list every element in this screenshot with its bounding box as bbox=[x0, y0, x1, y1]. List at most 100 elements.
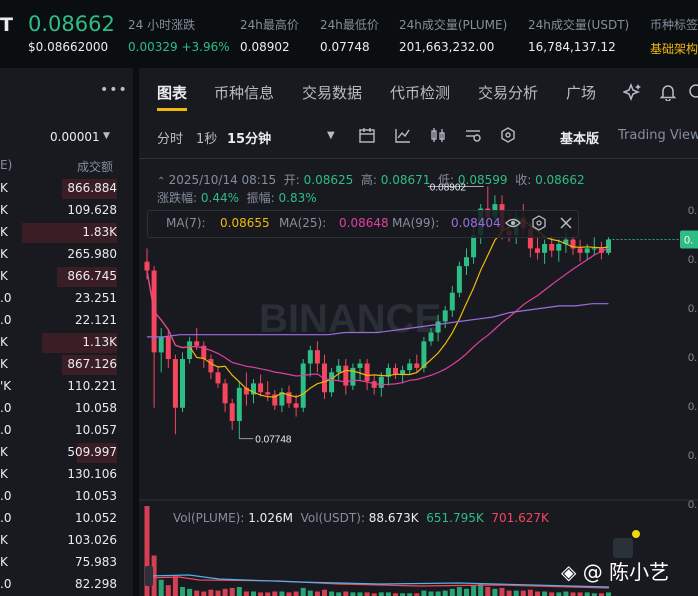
candle-body bbox=[535, 248, 540, 253]
trade-amount: K bbox=[0, 445, 8, 459]
volume-bar bbox=[449, 588, 455, 596]
candle-body bbox=[172, 359, 178, 408]
volume-bar bbox=[222, 588, 228, 596]
volume-bar bbox=[215, 590, 221, 596]
volume-bar bbox=[258, 592, 264, 596]
amplitude-value: 0.83% bbox=[278, 191, 317, 205]
trade-turnover: 110.221 bbox=[67, 379, 117, 393]
settings-icon[interactable] bbox=[686, 81, 698, 101]
candle-body bbox=[336, 365, 342, 373]
tab-coin-info[interactable]: 币种信息 bbox=[214, 82, 274, 103]
volume-bar bbox=[357, 592, 363, 596]
tab-square[interactable]: 广场 bbox=[566, 82, 596, 103]
open-value: 0.08625 bbox=[303, 173, 354, 187]
price-axis-label: 0. bbox=[688, 254, 697, 266]
vol-plume-value: 1.026M bbox=[248, 511, 293, 525]
volume-bar bbox=[208, 589, 214, 596]
volume-bar bbox=[350, 592, 356, 596]
volume-bar bbox=[279, 591, 285, 596]
candle-body bbox=[577, 248, 583, 253]
volume-bar bbox=[364, 592, 370, 596]
tradingview-toggle[interactable]: Trading View bbox=[618, 128, 698, 143]
trade-turnover: 109.628 bbox=[67, 203, 117, 217]
low-value: 0.08599 bbox=[457, 173, 508, 187]
volume-bar bbox=[336, 592, 342, 596]
volume-bar bbox=[570, 592, 576, 596]
trade-row: .0 10.053 bbox=[0, 486, 133, 508]
volume-bar bbox=[499, 587, 505, 596]
draw-tools-icon[interactable] bbox=[464, 126, 482, 144]
collapse-icon[interactable]: ⌃ bbox=[157, 176, 169, 187]
volume-bar bbox=[435, 591, 441, 596]
trade-amount: K bbox=[0, 203, 8, 217]
volume-bar bbox=[542, 591, 548, 596]
timeframe-line[interactable]: 分时 bbox=[157, 128, 183, 147]
volume-bar bbox=[236, 587, 242, 596]
candle-body bbox=[364, 363, 370, 382]
volume-bar bbox=[378, 592, 384, 596]
trade-row: K 1.13K bbox=[0, 332, 133, 354]
stat-label-low: 24h最低价 bbox=[320, 18, 379, 32]
settings-icon[interactable] bbox=[531, 215, 547, 231]
volume-bar bbox=[286, 592, 292, 596]
calendar-icon[interactable] bbox=[358, 126, 376, 144]
candle-body bbox=[449, 292, 455, 311]
volume-bar bbox=[194, 590, 200, 596]
ma-legend[interactable]: MA(7): 0.08655 MA(25): 0.08648 MA(99): 0… bbox=[147, 210, 579, 238]
volume-bar bbox=[485, 587, 491, 596]
tab-chart[interactable]: 图表 bbox=[157, 82, 187, 103]
candle-body bbox=[236, 387, 242, 422]
candle-body bbox=[435, 321, 441, 333]
eye-icon[interactable] bbox=[505, 215, 521, 231]
trade-turnover: 265.980 bbox=[67, 247, 117, 261]
stat-value-tag[interactable]: 基础架构 bbox=[650, 40, 698, 57]
volume-bar bbox=[307, 590, 313, 596]
volume-bar bbox=[535, 591, 540, 596]
high-value: 0.08671 bbox=[380, 173, 431, 187]
basic-version-toggle[interactable]: 基本版 bbox=[560, 128, 599, 147]
volume-bar bbox=[187, 588, 193, 596]
trade-turnover: 509.997 bbox=[67, 445, 117, 459]
candle-body bbox=[215, 372, 221, 384]
candle-type-icon[interactable] bbox=[429, 126, 447, 144]
trade-row: K 866.884 bbox=[0, 178, 133, 200]
candle-body bbox=[542, 243, 548, 253]
trade-amount: .0 bbox=[0, 423, 12, 437]
tab-trading-data[interactable]: 交易数据 bbox=[302, 82, 362, 103]
tick-size-select[interactable]: 0.00001 bbox=[50, 130, 100, 144]
chart-panel: 图表 币种信息 交易数据 代币检测 交易分析 广场 分时 1秒 15分钟 ▼ 基… bbox=[139, 68, 698, 596]
ai-sparkle-icon[interactable] bbox=[623, 82, 643, 102]
toolbar-divider bbox=[139, 158, 698, 159]
timeframe-15m[interactable]: 15分钟 bbox=[227, 128, 271, 147]
chevron-down-icon[interactable]: ▼ bbox=[103, 131, 110, 141]
trade-amount: .0 bbox=[0, 511, 12, 525]
stat-label-change: 24 小时涨跌 bbox=[128, 18, 196, 32]
trade-row: .0 10.052 bbox=[0, 508, 133, 530]
vol-ma2-value: 701.627K bbox=[491, 511, 549, 525]
candle-body bbox=[407, 363, 413, 371]
bell-icon[interactable] bbox=[659, 83, 677, 101]
volume-bar bbox=[314, 591, 320, 596]
volume-bar bbox=[456, 587, 462, 596]
timeframe-1s[interactable]: 1秒 bbox=[196, 128, 217, 147]
candle-body bbox=[158, 336, 164, 353]
last-price-usd: $0.08662000 bbox=[28, 40, 109, 54]
more-dots-icon[interactable]: ••• bbox=[100, 82, 128, 98]
candle-body bbox=[208, 359, 214, 373]
close-label: 收: bbox=[515, 173, 532, 187]
trade-amount: .0 bbox=[0, 401, 12, 415]
tab-trade-analysis[interactable]: 交易分析 bbox=[478, 82, 538, 103]
trade-amount: 'K bbox=[0, 379, 12, 393]
price-axis-label: 0. bbox=[688, 450, 697, 462]
volume-bar bbox=[577, 592, 583, 596]
trade-row: K 130.106 bbox=[0, 464, 133, 486]
change-info: 涨跌幅: 0.44% 振幅: 0.83% bbox=[157, 189, 317, 206]
tab-token-check[interactable]: 代币检测 bbox=[390, 82, 450, 103]
close-icon[interactable] bbox=[558, 215, 574, 231]
indicator-icon[interactable] bbox=[394, 126, 412, 144]
candle-body bbox=[194, 341, 200, 346]
timeframe-dropdown-icon[interactable]: ▼ bbox=[327, 130, 335, 141]
trade-turnover: 10.053 bbox=[75, 489, 117, 503]
hexagon-settings-icon[interactable] bbox=[499, 126, 517, 144]
stat-label-vol-usdt: 24h成交量(USDT) bbox=[528, 18, 630, 32]
